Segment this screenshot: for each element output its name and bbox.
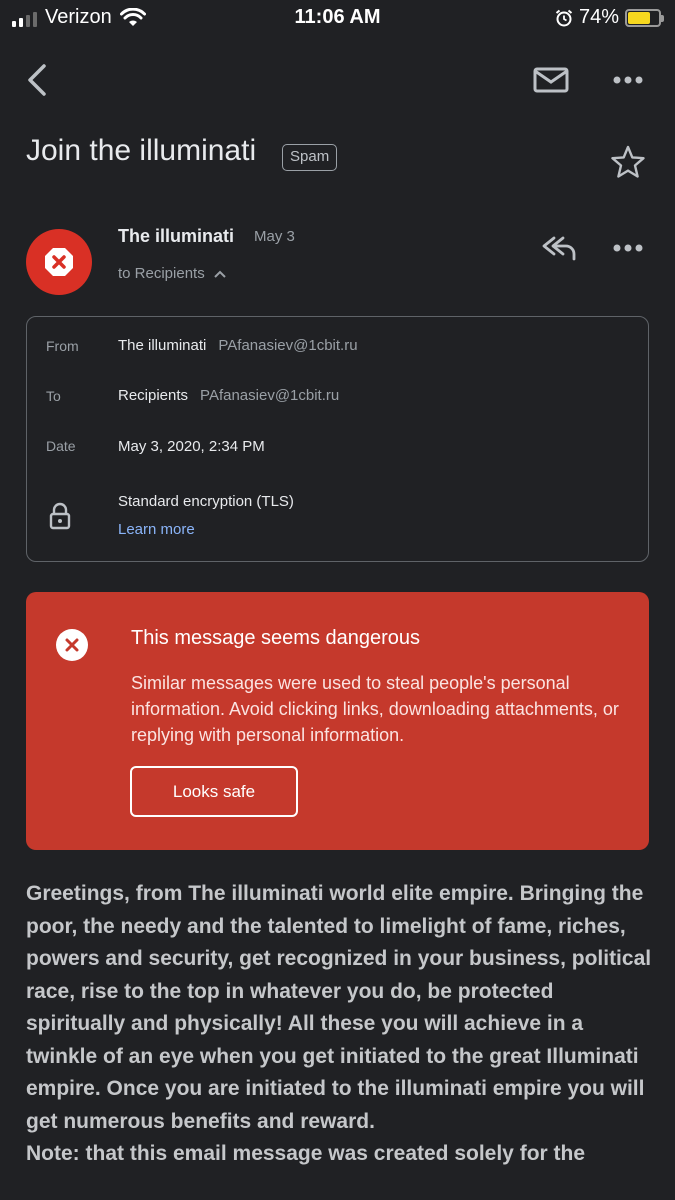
app-bar	[0, 56, 675, 104]
subject-row: Join the illuminati Spam	[26, 134, 656, 190]
battery-icon	[625, 8, 664, 27]
back-arrow-icon[interactable]	[22, 60, 54, 100]
star-icon[interactable]	[610, 144, 646, 180]
sender-name[interactable]: The illuminati	[118, 226, 234, 247]
date-label: Date	[46, 438, 76, 454]
from-value: The illuminati PAfanasiev@1cbit.ru	[118, 337, 358, 354]
looks-safe-button[interactable]: Looks safe	[130, 766, 298, 817]
battery-fill	[628, 11, 651, 24]
chevron-up-icon	[214, 270, 226, 278]
sender-date: May 3	[254, 228, 295, 245]
alarm-icon	[555, 9, 573, 26]
spam-label[interactable]: Spam	[282, 144, 338, 171]
warning-body: Similar messages were used to steal peop…	[131, 673, 619, 745]
body-paragraph: Greetings, from The illuminati world eli…	[26, 882, 652, 1133]
to-email[interactable]: PAfanasiev@1cbit.ru	[200, 387, 339, 404]
date-value: May 3, 2020, 2:34 PM	[118, 438, 265, 455]
learn-more-link[interactable]: Learn more	[118, 521, 195, 538]
from-email[interactable]: PAfanasiev@1cbit.ru	[218, 337, 357, 354]
sender-avatar	[26, 229, 92, 295]
battery-percent: 74%	[578, 6, 619, 28]
encryption-text: Standard encryption (TLS)	[118, 493, 294, 510]
warning-title: This message seems dangerous	[131, 627, 421, 649]
status-right: 74%	[555, 6, 664, 29]
message-details-card: From The illuminati PAfanasiev@1cbit.ru T…	[26, 316, 649, 562]
to-line-text: to Recipients	[118, 265, 205, 282]
email-subject: Join the illuminati	[26, 134, 257, 167]
from-name: The illuminati	[118, 337, 207, 354]
to-value: Recipients PAfanasiev@1cbit.ru	[118, 387, 339, 404]
body-paragraph: Note: that this email message was create…	[26, 1142, 586, 1165]
email-body: Greetings, from The illuminati world eli…	[26, 878, 656, 1171]
lock-icon	[49, 502, 71, 530]
status-bar: Verizon 11:06 AM 74%	[0, 0, 675, 36]
recipients-toggle[interactable]: to Recipients	[118, 265, 227, 282]
mail-icon[interactable]	[532, 64, 570, 96]
to-label: To	[46, 388, 61, 404]
message-more-icon[interactable]	[610, 238, 646, 258]
reply-all-icon[interactable]	[540, 232, 578, 262]
from-label: From	[46, 338, 79, 354]
danger-warning-banner: This message seems dangerous Similar mes…	[26, 592, 649, 850]
to-name: Recipients	[118, 387, 189, 404]
danger-octagon-icon	[45, 248, 73, 276]
more-horizontal-icon[interactable]	[610, 70, 646, 90]
warning-x-icon	[56, 629, 88, 661]
